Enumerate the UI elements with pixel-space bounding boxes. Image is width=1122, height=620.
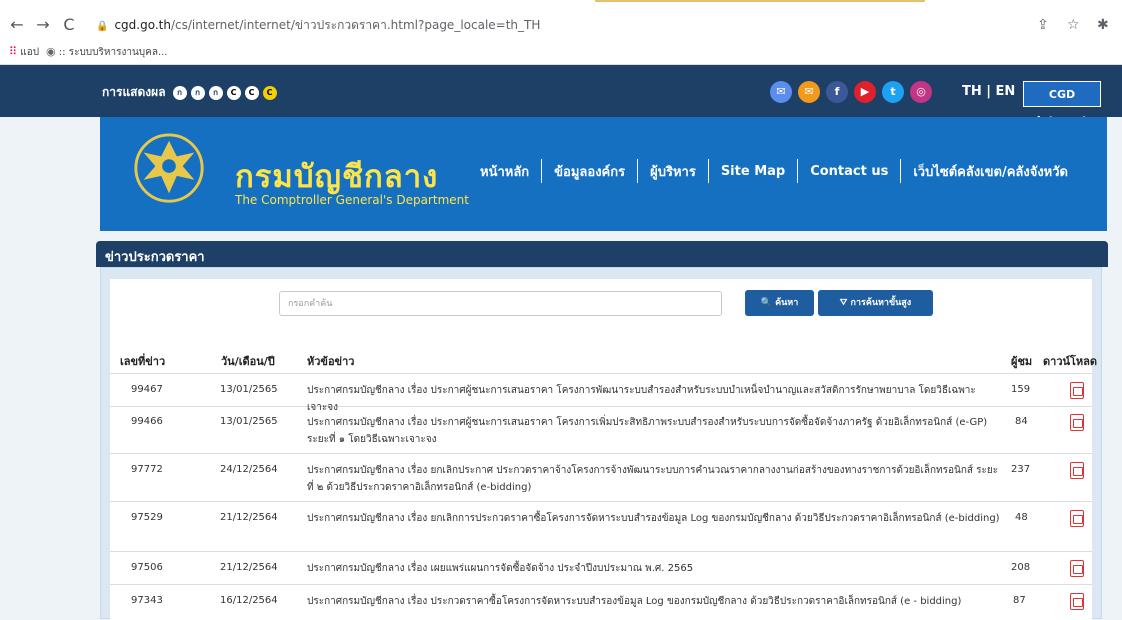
language-switch[interactable]: TH | EN	[962, 84, 1015, 99]
star-icon[interactable]: ☆	[1067, 12, 1080, 38]
pdf-download-icon[interactable]	[1070, 593, 1084, 610]
apps-grid-icon: ⠿	[9, 45, 18, 58]
table-header: เลขที่ข่าว วัน/เดือน/ปี หัวข้อข่าว ผู้ชม…	[110, 342, 1097, 374]
row-views: 84	[1015, 416, 1028, 427]
top-bar: การแสดงผล ก ก ก C C C ✉ ✉ f ▶ t ◎ TH | E…	[0, 65, 1122, 127]
display-option-font-medium[interactable]: ก	[190, 85, 205, 100]
section-header: ข่าวประกวดราคา	[96, 241, 1108, 267]
row-title-link[interactable]: ประกาศกรมบัญชีกลาง เรื่อง เผยแพร่แผนการจ…	[307, 560, 1001, 577]
browser-chrome: ← → C 🔒 cgd.go.th/cs/internet/internet/ข่…	[0, 0, 1122, 65]
twitter-icon[interactable]: t	[882, 81, 904, 103]
globe-icon: ◉	[46, 45, 56, 58]
bookmark-apps[interactable]: ⠿ แอป	[9, 44, 39, 60]
search-button[interactable]: 🔍 ค้นหา	[745, 290, 814, 316]
pdf-download-icon[interactable]	[1070, 462, 1084, 479]
row-id: 97506	[131, 562, 163, 573]
header-title: หัวข้อข่าว	[307, 355, 355, 368]
header-date: วัน/เดือน/ปี	[221, 355, 275, 368]
table-row: 97529 21/12/2564 ประกาศกรมบัญชีกลาง เรื่…	[110, 502, 1092, 552]
bookmark-hr-system[interactable]: ◉ :: ระบบบริหารงานบุคล...	[46, 44, 167, 60]
row-title-link[interactable]: ประกาศกรมบัญชีกลาง เรื่อง ประกาศผู้ชนะกา…	[307, 414, 1001, 448]
pdf-download-icon[interactable]	[1070, 510, 1084, 527]
garuda-logo-icon[interactable]	[130, 131, 208, 209]
forward-icon[interactable]: →	[32, 12, 54, 38]
instagram-icon[interactable]: ◎	[910, 81, 932, 103]
display-options: การแสดงผล ก ก ก C C C	[102, 83, 277, 102]
row-date: 21/12/2564	[220, 562, 278, 573]
header-id: เลขที่ข่าว	[120, 355, 166, 368]
row-id: 97529	[131, 512, 163, 523]
display-option-font-small[interactable]: ก	[172, 85, 187, 100]
cgd-intranet-button[interactable]: CGD Intranet	[1023, 81, 1101, 127]
row-date: 13/01/2565	[220, 416, 278, 427]
facebook-icon[interactable]: f	[826, 81, 848, 103]
url-host: cgd.go.th	[114, 18, 171, 32]
site-header: กรมบัญชีกลาง The Comptroller General's D…	[100, 117, 1107, 231]
row-views: 48	[1015, 512, 1028, 523]
table-row: 97506 21/12/2564 ประกาศกรมบัญชีกลาง เรื่…	[110, 552, 1092, 585]
back-icon[interactable]: ←	[6, 12, 28, 38]
row-title-link[interactable]: ประกาศกรมบัญชีกลาง เรื่อง ยกเลิกประกาศ ป…	[307, 462, 1001, 496]
display-option-contrast-3[interactable]: C	[262, 85, 277, 100]
search-input[interactable]	[279, 291, 722, 316]
menu-sitemap[interactable]: Site Map	[709, 164, 797, 179]
row-title-link[interactable]: ประกาศกรมบัญชีกลาง เรื่อง ยกเลิกการประกว…	[307, 510, 1001, 527]
row-id: 99466	[131, 416, 163, 427]
social-links: ✉ ✉ f ▶ t ◎	[770, 81, 932, 103]
table-row: 97343 16/12/2564 ประกาศกรมบัญชีกลาง เรื่…	[110, 585, 1092, 620]
header-views: ผู้ชม	[1011, 355, 1033, 368]
table-row: 99466 13/01/2565 ประกาศกรมบัญชีกลาง เรื่…	[110, 407, 1092, 454]
youtube-icon[interactable]: ▶	[854, 81, 876, 103]
email-icon[interactable]: ✉	[770, 81, 792, 103]
main-menu: หน้าหลัก ข้อมูลองค์กร ผู้บริหาร Site Map…	[468, 159, 1080, 183]
table-row: 99467 13/01/2565 ประกาศกรมบัญชีกลาง เรื่…	[110, 375, 1092, 413]
row-views: 159	[1011, 384, 1031, 395]
row-date: 24/12/2564	[220, 464, 278, 475]
row-views: 208	[1011, 562, 1031, 573]
row-date: 13/01/2565	[220, 384, 278, 395]
row-views: 237	[1011, 464, 1031, 475]
content-panel: 🔍 ค้นหา ⛛ การค้นหาขั้นสูง เลขที่ข่าว วัน…	[100, 267, 1102, 620]
bookmark-label: แอป	[20, 47, 40, 58]
row-id: 97772	[131, 464, 163, 475]
url-path: /cs/internet/internet/ข่าวประกวดราคา.htm…	[170, 18, 541, 32]
advanced-search-button[interactable]: ⛛ การค้นหาขั้นสูง	[818, 290, 933, 316]
lock-icon: 🔒	[96, 21, 109, 32]
address-bar[interactable]: 🔒 cgd.go.th/cs/internet/internet/ข่าวประก…	[96, 13, 540, 37]
org-name-english: The Comptroller General's Department	[235, 193, 469, 207]
extensions-icon[interactable]: ✱	[1097, 12, 1109, 38]
menu-executives[interactable]: ผู้บริหาร	[638, 161, 708, 182]
section-title: ข่าวประกวดราคา	[105, 250, 205, 265]
reload-icon[interactable]: C	[58, 12, 80, 38]
header-download: ดาวน์โหลด	[1043, 355, 1098, 368]
menu-regional-sites[interactable]: เว็บไซต์คลังเขต/คลังจังหวัด	[901, 161, 1080, 182]
display-option-contrast-2[interactable]: C	[244, 85, 259, 100]
row-id: 97343	[131, 595, 163, 606]
menu-home[interactable]: หน้าหลัก	[468, 161, 541, 182]
row-date: 16/12/2564	[220, 595, 278, 606]
menu-organization[interactable]: ข้อมูลองค์กร	[542, 161, 637, 182]
display-option-contrast-1[interactable]: C	[226, 85, 241, 100]
display-label: การแสดงผล	[102, 85, 166, 99]
url-row: ← → C 🔒 cgd.go.th/cs/internet/internet/ข่…	[0, 12, 1122, 38]
mail-icon[interactable]: ✉	[798, 81, 820, 103]
bookmark-label: :: ระบบบริหารงานบุคล...	[58, 47, 168, 58]
row-title-link[interactable]: ประกาศกรมบัญชีกลาง เรื่อง ประกวดราคาซื้อ…	[307, 593, 1001, 610]
row-date: 21/12/2564	[220, 512, 278, 523]
table-row: 97772 24/12/2564 ประกาศกรมบัญชีกลาง เรื่…	[110, 454, 1092, 502]
display-option-font-large[interactable]: ก	[208, 85, 223, 100]
content-inner: 🔍 ค้นหา ⛛ การค้นหาขั้นสูง เลขที่ข่าว วัน…	[110, 279, 1097, 620]
row-id: 99467	[131, 384, 163, 395]
pdf-download-icon[interactable]	[1070, 414, 1084, 431]
row-views: 87	[1013, 595, 1026, 606]
menu-contact[interactable]: Contact us	[798, 164, 900, 179]
pdf-download-icon[interactable]	[1070, 382, 1084, 399]
tab-indicator	[595, 0, 925, 2]
pdf-download-icon[interactable]	[1070, 560, 1084, 577]
share-icon[interactable]: ⇪	[1037, 12, 1049, 38]
